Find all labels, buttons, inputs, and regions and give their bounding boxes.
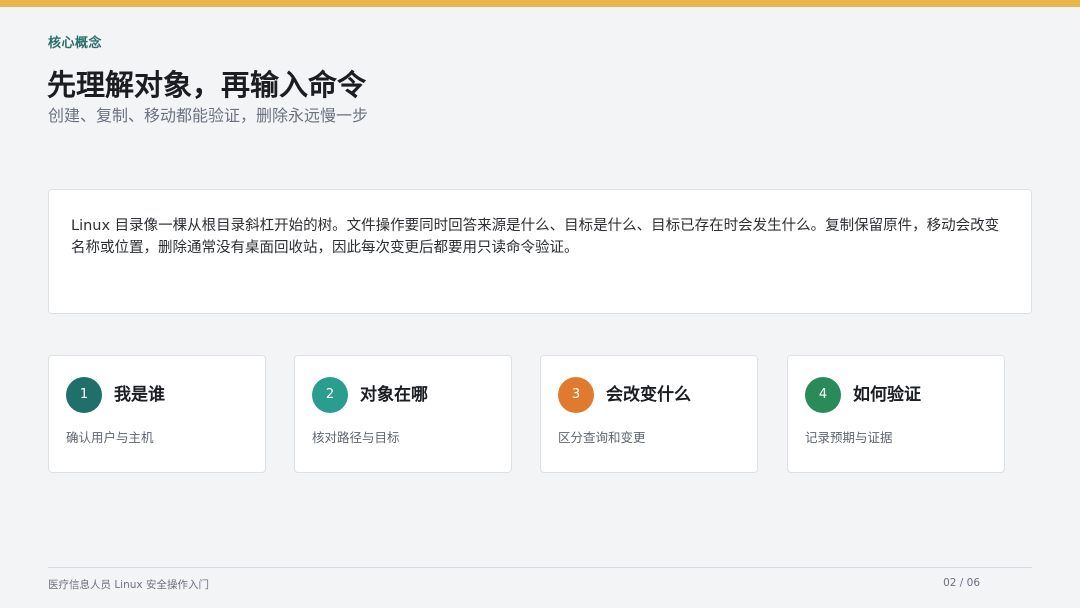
page-number: 02 / 06 xyxy=(943,577,980,589)
top-accent-bar xyxy=(0,0,1080,7)
step-card-1: 1 我是谁 确认用户与主机 xyxy=(48,355,266,473)
footer-divider xyxy=(48,567,1032,568)
step-number-badge: 1 xyxy=(66,377,102,413)
intro-text: Linux 目录像一棵从根目录斜杠开始的树。文件操作要同时回答来源是什么、目标是… xyxy=(71,218,1000,256)
step-card-4: 4 如何验证 记录预期与证据 xyxy=(787,355,1005,473)
step-description: 核对路径与目标 xyxy=(312,430,400,445)
intro-card: Linux 目录像一棵从根目录斜杠开始的树。文件操作要同时回答来源是什么、目标是… xyxy=(48,189,1032,314)
step-title: 对象在哪 xyxy=(360,385,428,405)
step-number-badge: 4 xyxy=(805,377,841,413)
step-description: 记录预期与证据 xyxy=(805,430,893,445)
step-number-badge: 3 xyxy=(558,377,594,413)
step-title: 如何验证 xyxy=(853,385,921,405)
step-cards: 1 我是谁 确认用户与主机 2 对象在哪 核对路径与目标 3 会改变什么 区分查… xyxy=(48,355,1008,473)
step-card-3: 3 会改变什么 区分查询和变更 xyxy=(540,355,758,473)
step-title: 我是谁 xyxy=(114,385,165,405)
page-subtitle: 创建、复制、移动都能验证，删除永远慢一步 xyxy=(48,106,369,125)
step-number-badge: 2 xyxy=(312,377,348,413)
step-title: 会改变什么 xyxy=(606,385,691,405)
step-description: 确认用户与主机 xyxy=(66,430,154,445)
page-title: 先理解对象，再输入命令 xyxy=(47,68,367,102)
section-eyebrow: 核心概念 xyxy=(48,36,103,51)
step-description: 区分查询和变更 xyxy=(558,430,646,445)
step-card-2: 2 对象在哪 核对路径与目标 xyxy=(294,355,512,473)
footer-course-title: 医疗信息人员 Linux 安全操作入门 xyxy=(48,579,209,591)
